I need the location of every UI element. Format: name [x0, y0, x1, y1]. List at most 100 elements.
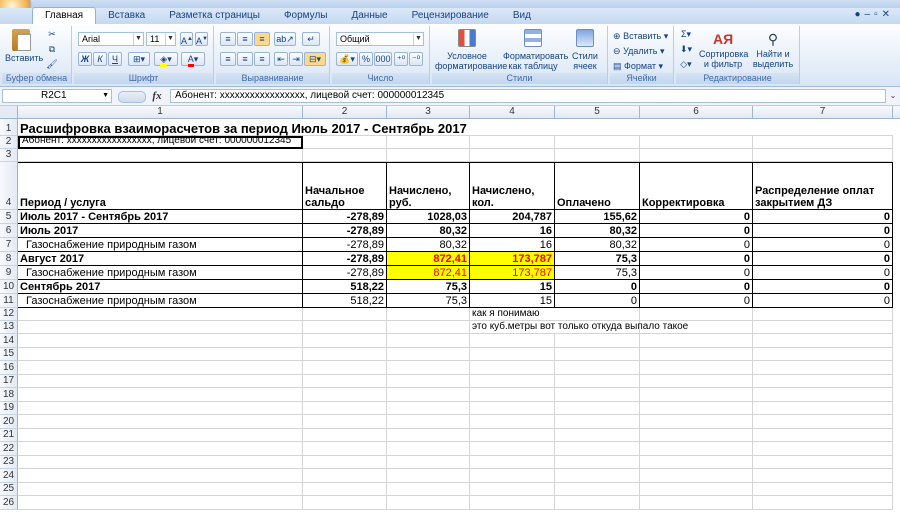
row-header[interactable]: 23 [0, 455, 18, 469]
table-cell[interactable]: 0 [753, 266, 893, 280]
cell[interactable] [470, 482, 555, 496]
insert-function-button[interactable]: fx [148, 89, 166, 103]
header-cell[interactable]: Оплачено [555, 162, 640, 210]
row-header[interactable]: 25 [0, 482, 18, 496]
cell[interactable] [640, 442, 753, 456]
format-as-table-button[interactable]: Форматировать как таблицу [502, 28, 568, 72]
table-cell[interactable]: Газоснабжение природным газом [18, 266, 303, 280]
comment-cell[interactable]: это куб.метры вот только откуда выпало т… [470, 321, 688, 334]
align-left-icon[interactable]: ≡ [220, 52, 236, 66]
cell[interactable] [18, 374, 303, 388]
cell[interactable] [303, 455, 387, 469]
tab-insert[interactable]: Вставка [96, 8, 157, 24]
highlighted-cell[interactable]: 872,41 [387, 252, 470, 266]
cell[interactable] [18, 496, 303, 510]
header-cell[interactable]: Корректировка [640, 162, 753, 210]
table-cell[interactable]: 0 [753, 280, 893, 294]
sheet-title[interactable]: Расшифровка взаиморасчетов за период Июл… [18, 119, 893, 136]
cell[interactable] [387, 455, 470, 469]
cell[interactable] [303, 361, 387, 375]
column-header[interactable]: 1 [18, 106, 303, 118]
table-cell[interactable]: 0 [640, 294, 753, 308]
row-header[interactable]: 10 [0, 280, 18, 294]
cell[interactable] [555, 308, 640, 321]
cell[interactable] [470, 455, 555, 469]
cell[interactable] [640, 388, 753, 402]
tab-page-layout[interactable]: Разметка страницы [157, 8, 272, 24]
row-header[interactable]: 20 [0, 415, 18, 429]
cell[interactable] [753, 321, 893, 334]
row-header[interactable]: 9 [0, 266, 18, 280]
cell[interactable] [303, 136, 387, 149]
cell[interactable] [555, 149, 640, 162]
align-right-icon[interactable]: ≡ [254, 52, 270, 66]
row-header[interactable]: 17 [0, 374, 18, 388]
table-cell[interactable]: 0 [753, 224, 893, 238]
table-cell[interactable]: Август 2017 [18, 252, 303, 266]
cell[interactable] [18, 321, 303, 334]
align-top-icon[interactable]: ≡ [220, 32, 236, 46]
decrease-indent-icon[interactable]: ⇤ [274, 52, 288, 66]
row-header[interactable]: 5 [0, 210, 18, 224]
cell[interactable] [470, 136, 555, 149]
grow-font-icon[interactable]: A▲ [180, 32, 193, 46]
cell[interactable] [387, 321, 470, 334]
cell[interactable] [387, 442, 470, 456]
header-cell[interactable]: Начальное сальдо [303, 162, 387, 210]
cell[interactable] [387, 388, 470, 402]
help-icon[interactable]: ● [854, 9, 864, 20]
font-size-combo[interactable]: 11 ▼ [146, 32, 176, 46]
row-header[interactable]: 14 [0, 334, 18, 348]
table-cell[interactable]: 16 [470, 224, 555, 238]
row-header[interactable]: 19 [0, 401, 18, 415]
table-cell[interactable]: 75,3 [387, 280, 470, 294]
table-cell[interactable]: 0 [640, 280, 753, 294]
cell[interactable] [303, 415, 387, 429]
row-header[interactable]: 7 [0, 238, 18, 252]
cell[interactable] [753, 415, 893, 429]
orientation-icon[interactable]: ab↗ [274, 32, 296, 46]
table-cell[interactable]: 80,32 [555, 238, 640, 252]
cell[interactable] [303, 482, 387, 496]
cell[interactable] [470, 334, 555, 348]
tab-formulas[interactable]: Формулы [272, 8, 340, 24]
cell[interactable] [387, 401, 470, 415]
cell[interactable] [555, 455, 640, 469]
row-header[interactable]: 3 [0, 149, 18, 162]
name-box[interactable]: R2C1 ▼ [2, 89, 112, 103]
header-cell[interactable]: Начислено, руб. [387, 162, 470, 210]
cell[interactable] [470, 401, 555, 415]
cell[interactable] [18, 455, 303, 469]
expand-formula-icon[interactable]: ⌄ [888, 90, 898, 102]
number-format-combo[interactable]: Общий ▼ [336, 32, 424, 46]
formula-bar-handle[interactable] [118, 91, 146, 103]
cell[interactable] [18, 401, 303, 415]
table-cell[interactable]: Газоснабжение природным газом [18, 238, 303, 252]
cell[interactable] [555, 442, 640, 456]
cell[interactable] [470, 361, 555, 375]
cell[interactable] [753, 374, 893, 388]
table-cell[interactable]: -278,89 [303, 238, 387, 252]
cell[interactable] [753, 442, 893, 456]
cell[interactable] [555, 482, 640, 496]
cell[interactable] [303, 334, 387, 348]
cell[interactable] [640, 347, 753, 361]
cell[interactable] [753, 361, 893, 375]
cell[interactable] [753, 482, 893, 496]
cell[interactable] [753, 401, 893, 415]
cell[interactable] [640, 374, 753, 388]
table-cell[interactable]: 80,32 [387, 224, 470, 238]
cell[interactable] [387, 374, 470, 388]
fill-icon[interactable]: ⬇▾ [678, 43, 694, 57]
cell[interactable] [387, 361, 470, 375]
cell[interactable] [640, 136, 753, 149]
cell[interactable] [753, 149, 893, 162]
selected-cell[interactable]: Абонент: xxxxxxxxxxxxxxxxx, лицевой счет… [18, 135, 303, 149]
table-cell[interactable]: 204,787 [470, 210, 555, 224]
table-cell[interactable]: 0 [753, 294, 893, 308]
find-select-button[interactable]: ⚲ Найти и выделить [750, 28, 796, 72]
table-cell[interactable]: 0 [555, 280, 640, 294]
cell[interactable] [555, 136, 640, 149]
merge-cells-icon[interactable]: ⊟▾ [304, 52, 326, 66]
cell[interactable] [640, 334, 753, 348]
